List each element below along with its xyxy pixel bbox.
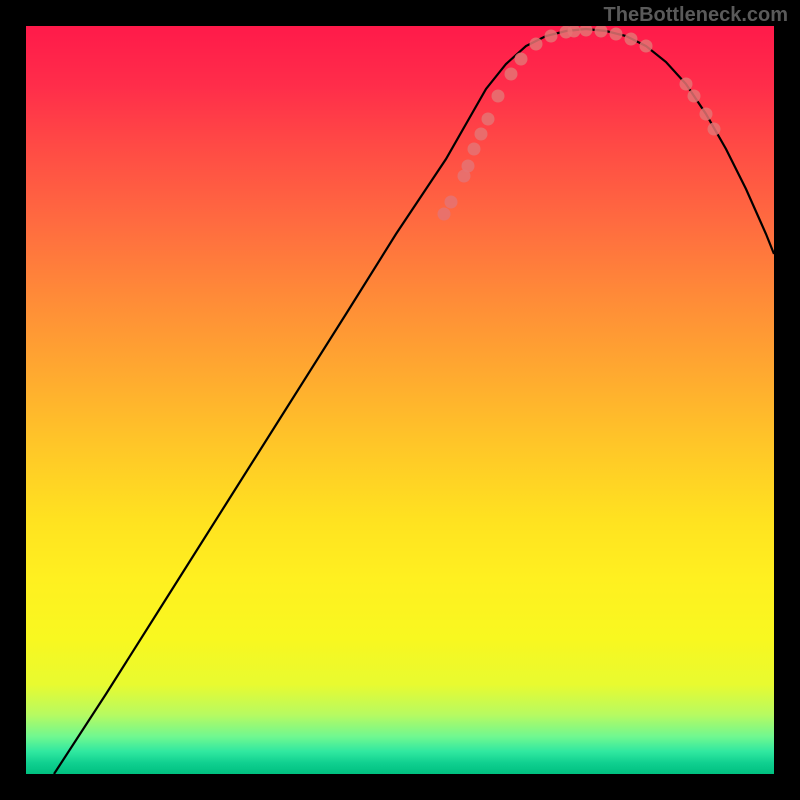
data-marker — [468, 143, 481, 156]
data-marker — [595, 26, 608, 38]
data-marker — [625, 33, 638, 46]
data-marker — [492, 90, 505, 103]
data-marker — [530, 38, 543, 51]
data-marker — [482, 113, 495, 126]
data-marker — [515, 53, 528, 66]
data-marker — [505, 68, 518, 81]
data-marker — [475, 128, 488, 141]
data-marker — [610, 28, 623, 41]
chart-svg — [26, 26, 774, 774]
data-marker — [445, 196, 458, 209]
data-marker — [545, 30, 558, 43]
data-marker — [580, 26, 593, 37]
watermark-text: TheBottleneck.com — [604, 4, 788, 27]
data-marker — [680, 78, 693, 91]
data-marker — [640, 40, 653, 53]
data-marker — [462, 160, 475, 173]
data-marker — [688, 90, 701, 103]
data-marker — [700, 108, 713, 121]
bottleneck-curve — [54, 29, 774, 774]
plot-area — [26, 26, 774, 774]
data-marker — [438, 208, 451, 221]
data-markers — [438, 26, 721, 221]
data-marker — [708, 123, 721, 136]
